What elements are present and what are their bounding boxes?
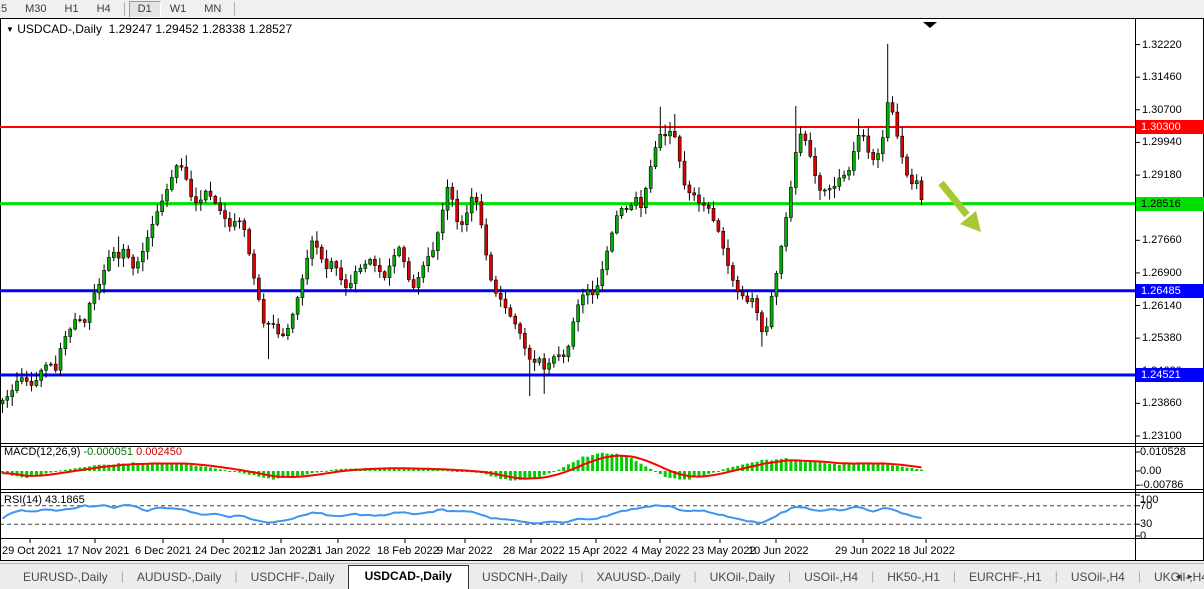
price-level-badge: 1.26485: [1136, 284, 1204, 298]
tab-scroll-right-icon: ►: [1186, 572, 1198, 581]
timeframe-button-d1[interactable]: D1: [128, 0, 161, 18]
timeframe-button-h4[interactable]: H4: [88, 1, 120, 18]
date-axis-label: 12 Jan 2022: [253, 545, 314, 557]
date-axis-label: 24 Dec 2021: [195, 545, 258, 557]
rsi-indicator-label: RSI(14) 43.1865: [4, 494, 85, 506]
symbol-tab-hk50h1[interactable]: HK50-,H1: [874, 567, 953, 589]
macd-axis-tick: 0.00: [1140, 465, 1162, 477]
rsi-axis-tick: 0: [1140, 530, 1147, 542]
date-axis-label: 28 Mar 2022: [503, 545, 565, 557]
date-axis-label: 31 Jan 2022: [310, 545, 371, 557]
timeframe-button-w1[interactable]: W1: [161, 1, 196, 18]
sell-arrow-annotation: [938, 180, 981, 232]
symbol-tab-eurchfh1[interactable]: EURCHF-,H1: [956, 567, 1055, 589]
symbol-tab-usdcnhdaily[interactable]: USDCNH-,Daily: [469, 567, 580, 589]
chevron-down-icon[interactable]: ▼: [6, 25, 14, 34]
macd-axis-tick: -0.00786: [1140, 479, 1184, 491]
symbol-tab-eurusddaily[interactable]: EURUSD-,Daily: [10, 567, 121, 589]
price-axis-tick: 1.27660: [1142, 234, 1182, 246]
toolbar-separator: [234, 2, 236, 16]
date-axis-label: 29 Jun 2022: [835, 545, 896, 557]
timeframe-button-5[interactable]: 5: [0, 1, 16, 18]
chart-ohlc-values: 1.29247 1.29452 1.28338 1.28527: [108, 22, 293, 36]
macd-main-value: -0.000051: [83, 446, 134, 458]
symbol-tab-usoilh4[interactable]: USOil-,H4: [1058, 567, 1138, 589]
symbol-tab-bar: EURUSD-,Daily | AUDUSD-,Daily | USDCHF-,Dail…: [0, 563, 1204, 589]
macd-indicator-label: MACD(12,26,9) -0.000051 0.002450: [4, 446, 182, 458]
price-axis-tick: 1.25380: [1142, 332, 1182, 344]
price-axis-tick: 1.23100: [1142, 430, 1182, 442]
rsi-axis-tick: 30: [1140, 518, 1153, 530]
chart-shift-marker: [923, 22, 937, 28]
price-axis-tick: 1.29180: [1142, 169, 1182, 181]
price-axis-tick: 1.29940: [1142, 136, 1182, 148]
date-axis-label: 15 Apr 2022: [568, 545, 628, 557]
timeframe-button-m30[interactable]: M30: [16, 1, 55, 18]
chart-title: ▼ USDCAD-,Daily 1.29247 1.29452 1.28338 …: [6, 22, 292, 36]
date-axis-label: 10 Jun 2022: [748, 545, 809, 557]
chart-window: ▼ USDCAD-,Daily 1.29247 1.29452 1.28338 …: [0, 18, 1204, 561]
price-axis-tick: 1.31460: [1142, 71, 1182, 83]
date-axis-label: 18 Feb 2022: [377, 545, 439, 557]
price-level-badge: 1.30300: [1136, 120, 1204, 134]
date-axis-label: 18 Jul 2022: [898, 545, 955, 557]
price-axis-tick: 1.32220: [1142, 39, 1182, 51]
timeframe-button-mn[interactable]: MN: [195, 1, 230, 18]
rsi-value: 43.1865: [44, 494, 85, 506]
tab-scroll-left-icon: ◄: [1174, 572, 1187, 581]
symbol-tab-ukoildaily[interactable]: UKOil-,Daily: [697, 567, 788, 589]
macd-signal-value: 0.002450: [136, 446, 182, 458]
rsi-name: RSI(14): [4, 494, 42, 506]
timeframe-button-h1[interactable]: H1: [56, 1, 88, 18]
price-axis-tick: 1.23860: [1142, 397, 1182, 409]
symbol-tab-usdchfdaily[interactable]: USDCHF-,Daily: [238, 567, 348, 589]
price-level-badge: 1.24521: [1136, 368, 1204, 382]
date-axis-label: 6 Dec 2021: [135, 545, 192, 557]
date-axis-label: 23 May 2022: [692, 545, 756, 557]
rsi-axis-tick: 70: [1140, 500, 1153, 512]
macd-name: MACD(12,26,9): [4, 446, 81, 458]
timeframe-toolbar: 5 M30 H1 H4 D1 W1 MN: [0, 0, 1196, 18]
chart-symbol-label: USDCAD-,Daily: [17, 22, 102, 36]
date-axis-label: 17 Nov 2021: [67, 545, 130, 557]
symbol-tab-audusddaily[interactable]: AUDUSD-,Daily: [124, 567, 235, 589]
macd-axis-tick: 0.010528: [1140, 446, 1186, 458]
date-axis-label: 29 Oct 2021: [2, 545, 62, 557]
symbol-tab-xauusddaily[interactable]: XAUUSD-,Daily: [583, 567, 693, 589]
tab-scroll-arrows[interactable]: ◄►: [1174, 572, 1198, 581]
price-axis-tick: 1.26900: [1142, 267, 1182, 279]
date-axis-label: 9 Mar 2022: [437, 545, 493, 557]
price-axis-tick: 1.26140: [1142, 300, 1182, 312]
mt4-window: 5 M30 H1 H4 D1 W1 MN ▼ USDCAD-,Daily 1.29247 1…: [0, 0, 1204, 589]
price-level-badge: 1.28516: [1136, 197, 1204, 211]
date-axis-label: 4 May 2022: [632, 545, 690, 557]
symbol-tab-usdcaddaily[interactable]: USDCAD-,Daily: [347, 565, 469, 589]
price-axis-tick: 1.30700: [1142, 104, 1182, 116]
symbol-tab-usoilh4[interactable]: USOil-,H4: [791, 567, 871, 589]
toolbar-separator: [123, 2, 125, 16]
chart-canvas[interactable]: [0, 18, 1204, 561]
